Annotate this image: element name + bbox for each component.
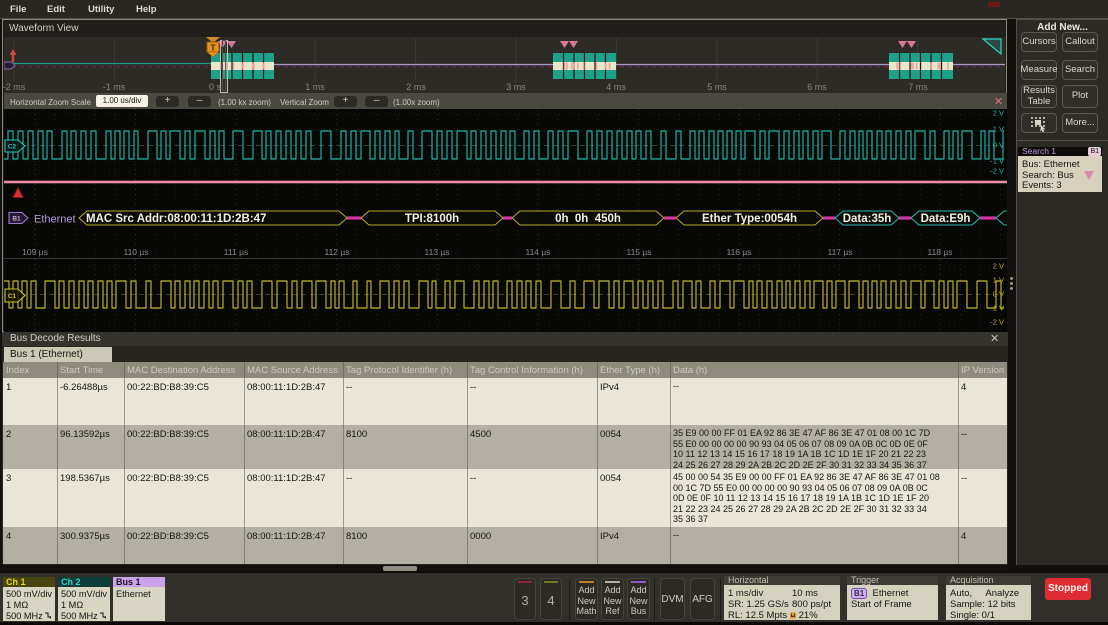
svg-text:2 V: 2 V [993, 109, 1004, 118]
svg-text:115 µs: 115 µs [626, 247, 651, 257]
svg-text:0 V: 0 V [993, 290, 1004, 299]
svg-text:Data:E9h: Data:E9h [921, 213, 971, 225]
svg-text:1 V: 1 V [993, 125, 1004, 134]
svg-text:2 V: 2 V [993, 262, 1004, 271]
svg-text:Ether Type:0054h: Ether Type:0054h [702, 213, 797, 225]
svg-text:T: T [210, 43, 216, 53]
svg-text:MAC Src Addr:08:00:11:1D:2B:47: MAC Src Addr:08:00:11:1D:2B:47 [86, 213, 266, 225]
svg-text:-1 V: -1 V [990, 157, 1004, 166]
svg-text:Data:35h: Data:35h [843, 213, 892, 225]
svg-text:116 µs: 116 µs [726, 247, 751, 257]
svg-text:TPI:8100h: TPI:8100h [405, 213, 459, 225]
svg-text:C2: C2 [8, 144, 17, 151]
svg-text:0 V: 0 V [993, 141, 1004, 150]
svg-text:113 µs: 113 µs [424, 247, 449, 257]
svg-text:-2 V: -2 V [990, 318, 1004, 327]
svg-text:B1: B1 [12, 216, 21, 223]
svg-text:110 µs: 110 µs [123, 247, 148, 257]
svg-text:118 µs: 118 µs [927, 247, 952, 257]
svg-text:-1 V: -1 V [990, 304, 1004, 313]
svg-text:1 V: 1 V [993, 276, 1004, 285]
svg-text:111 µs: 111 µs [224, 247, 248, 257]
svg-text:112 µs: 112 µs [324, 247, 349, 257]
svg-text:0h 0h 450h: 0h 0h 450h [555, 213, 621, 225]
svg-text:Ethernet: Ethernet [34, 214, 76, 226]
svg-text:114 µs: 114 µs [525, 247, 550, 257]
svg-text:117 µs: 117 µs [827, 247, 852, 257]
svg-text:109 µs: 109 µs [22, 247, 48, 257]
svg-text:C1: C1 [8, 293, 17, 300]
svg-text:-2 V: -2 V [990, 167, 1004, 176]
